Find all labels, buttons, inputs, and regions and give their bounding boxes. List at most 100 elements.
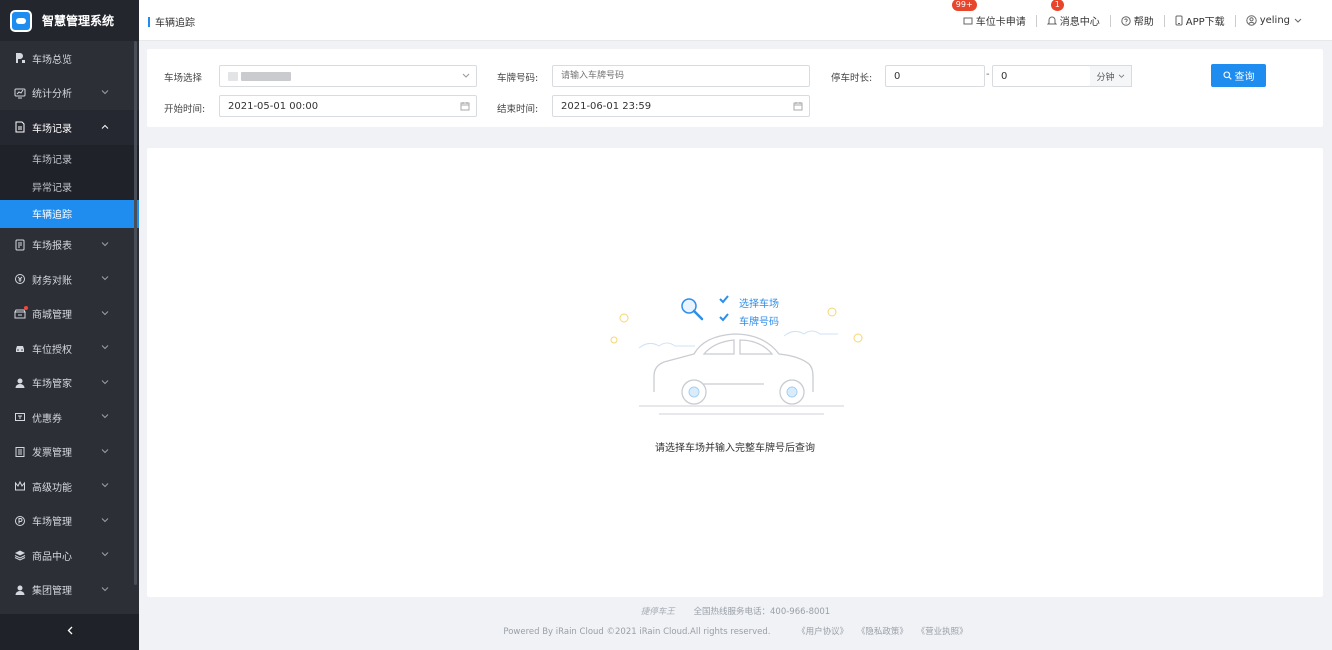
coupon-icon bbox=[14, 411, 26, 423]
sidebar-scrollbar[interactable] bbox=[134, 41, 137, 585]
sidebar-item-shop[interactable]: 商城管理 bbox=[0, 297, 139, 332]
app-title: 智慧管理系统 bbox=[42, 14, 115, 28]
analytics-icon bbox=[14, 87, 26, 99]
end-time-label: 结束时间: bbox=[497, 104, 539, 115]
duration-to-input[interactable]: 0 bbox=[992, 65, 1091, 87]
chevron-down-icon bbox=[1294, 18, 1302, 24]
sidebar-item-label: 优惠券 bbox=[32, 413, 62, 425]
chevron-down-icon bbox=[101, 87, 109, 98]
sidebar-item-label: 商城管理 bbox=[32, 310, 72, 322]
user-agreement-link[interactable]: 《用户协议》 bbox=[797, 627, 848, 637]
header-actions: 99+ 车位卡申请 1 消息中心 帮助 APP下载 yeling bbox=[951, 0, 1312, 41]
sidebar: 智慧管理系统 车场总览 统计分析 车场记录 车场记录 异常记录 车辆追踪 车场报… bbox=[0, 0, 139, 650]
footer-logo: 捷停车王 bbox=[640, 607, 675, 617]
group-icon bbox=[14, 584, 26, 596]
lot-select-label: 车场选择 bbox=[164, 73, 203, 84]
query-button[interactable]: 查询 bbox=[1211, 64, 1266, 87]
duration-unit-select[interactable]: 分钟 bbox=[1090, 65, 1132, 87]
sidebar-item-products[interactable]: 商品中心 bbox=[0, 538, 139, 573]
phone-icon bbox=[1175, 15, 1183, 26]
duration-from-input[interactable]: 0 bbox=[885, 65, 985, 87]
message-badge: 1 bbox=[1050, 0, 1064, 11]
sidebar-item-space-auth[interactable]: 车位授权 bbox=[0, 331, 139, 366]
finance-icon bbox=[14, 273, 26, 285]
chevron-down-icon bbox=[101, 377, 109, 388]
sidebar-item-group[interactable]: 集团管理 bbox=[0, 573, 139, 608]
sidebar-item-reports[interactable]: 车场报表 bbox=[0, 228, 139, 263]
chevron-down-icon bbox=[101, 412, 109, 423]
bell-icon bbox=[1046, 15, 1057, 26]
help-circle-icon bbox=[1121, 15, 1131, 26]
selected-lot-redacted bbox=[228, 71, 238, 81]
sidebar-item-label: 发票管理 bbox=[32, 448, 72, 460]
user-menu[interactable]: yeling bbox=[1236, 15, 1312, 26]
sidebar-item-analytics[interactable]: 统计分析 bbox=[0, 76, 139, 111]
parking-circle-icon bbox=[14, 515, 26, 527]
app-download-label: APP下载 bbox=[1185, 17, 1225, 28]
empty-state-message: 请选择车场并输入完整车牌号后查询 bbox=[655, 443, 815, 454]
chevron-down-icon bbox=[101, 550, 109, 561]
duration-separator: - bbox=[986, 69, 990, 80]
card-icon bbox=[963, 16, 973, 26]
sidebar-item-label: 统计分析 bbox=[32, 89, 72, 101]
parking-card-apply-link[interactable]: 99+ 车位卡申请 bbox=[951, 0, 1036, 28]
lot-select[interactable] bbox=[219, 65, 477, 87]
sidebar-item-label: 商品中心 bbox=[32, 551, 72, 563]
footer-brand-line: 捷停车王 全国热线服务电话：400-966-8001 bbox=[0, 605, 1332, 617]
chevron-down-icon bbox=[101, 481, 109, 492]
sidebar-item-steward[interactable]: 车场管家 bbox=[0, 366, 139, 401]
breadcrumb: 车辆追踪 bbox=[148, 14, 195, 29]
sidebar-item-records[interactable]: 车场记录 bbox=[0, 110, 139, 145]
records-submenu: 车场记录 异常记录 车辆追踪 bbox=[0, 144, 139, 228]
chevron-down-icon bbox=[101, 343, 109, 354]
footer-hotline: 全国热线服务电话：400-966-8001 bbox=[693, 607, 831, 617]
duration-unit-label: 分钟 bbox=[1096, 72, 1115, 83]
sidebar-item-label: 车场管理 bbox=[32, 517, 72, 529]
footer-copyright: Powered By iRain Cloud ©2021 iRain Cloud… bbox=[503, 627, 771, 637]
calendar-icon bbox=[460, 101, 470, 111]
parking-icon bbox=[14, 52, 26, 64]
breadcrumb-current[interactable]: 车辆追踪 bbox=[155, 14, 195, 29]
help-link[interactable]: 帮助 bbox=[1111, 13, 1164, 28]
sidebar-item-advanced[interactable]: 高级功能 bbox=[0, 469, 139, 504]
app-download-link[interactable]: APP下载 bbox=[1165, 13, 1235, 28]
chevron-down-icon bbox=[101, 515, 109, 526]
message-center-link[interactable]: 1 消息中心 bbox=[1037, 0, 1110, 28]
chevron-down-icon bbox=[101, 274, 109, 285]
magnifier-icon bbox=[681, 298, 704, 321]
layers-icon bbox=[14, 549, 26, 561]
chevron-down-icon bbox=[101, 308, 109, 319]
sidebar-subitem-records[interactable]: 车场记录 bbox=[0, 145, 139, 173]
start-time-picker[interactable]: 2021-05-01 00:00 bbox=[219, 95, 477, 117]
user-icon bbox=[14, 377, 26, 389]
duration-label: 停车时长: bbox=[831, 73, 873, 84]
check-label-lot: 选择车场 bbox=[739, 299, 779, 310]
sidebar-item-coupons[interactable]: 优惠券 bbox=[0, 400, 139, 435]
chevron-down-icon bbox=[1118, 74, 1125, 79]
crown-icon bbox=[14, 480, 26, 492]
report-icon bbox=[14, 239, 26, 251]
sidebar-subitem-vehicle-tracking[interactable]: 车辆追踪 bbox=[0, 199, 139, 228]
privacy-policy-link[interactable]: 《隐私政策》 bbox=[857, 627, 908, 637]
chevron-down-icon bbox=[101, 446, 109, 457]
document-icon bbox=[14, 121, 26, 133]
start-time-value: 2021-05-01 00:00 bbox=[228, 100, 319, 112]
sidebar-subitem-abnormal[interactable]: 异常记录 bbox=[0, 172, 139, 200]
chevron-down-icon bbox=[462, 73, 470, 79]
app-logo-icon bbox=[10, 9, 32, 32]
sidebar-item-label: 车场管家 bbox=[32, 379, 72, 391]
sidebar-item-finance[interactable]: 财务对账 bbox=[0, 262, 139, 297]
business-license-link[interactable]: 《营业执照》 bbox=[917, 627, 968, 637]
sidebar-item-overview[interactable]: 车场总览 bbox=[0, 41, 139, 76]
plate-label: 车牌号码: bbox=[497, 73, 539, 84]
sidebar-item-label: 车场记录 bbox=[32, 123, 72, 135]
calendar-icon bbox=[793, 101, 803, 111]
breadcrumb-marker bbox=[148, 16, 150, 27]
sidebar-item-invoices[interactable]: 发票管理 bbox=[0, 435, 139, 470]
plate-input[interactable] bbox=[552, 65, 810, 87]
top-header: 车辆追踪 99+ 车位卡申请 1 消息中心 帮助 APP下载 yeling bbox=[139, 0, 1332, 41]
sidebar-item-label: 车位授权 bbox=[32, 344, 72, 356]
end-time-picker[interactable]: 2021-06-01 23:59 bbox=[552, 95, 810, 117]
sidebar-item-lot-management[interactable]: 车场管理 bbox=[0, 504, 139, 539]
sidebar-item-label: 车场总览 bbox=[32, 54, 72, 66]
